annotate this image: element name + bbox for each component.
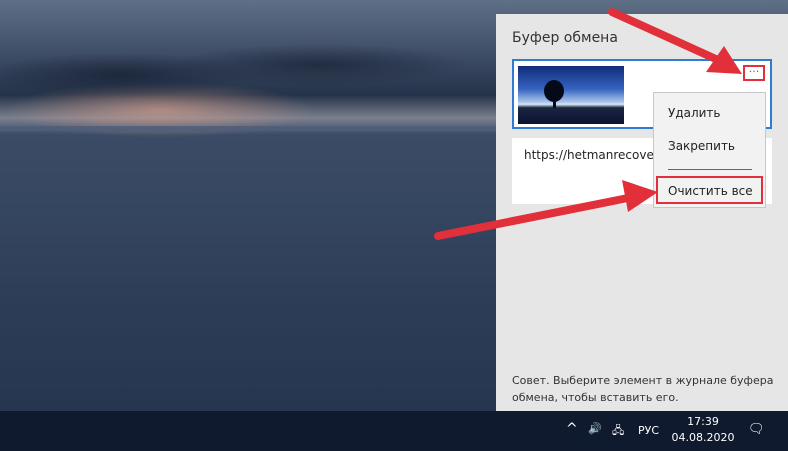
chevron-up-icon[interactable]: ^	[566, 421, 578, 437]
taskbar: ^ 🔊 🖧 РУС 17:39 04.08.2020 🗨	[0, 411, 788, 451]
menu-item-pin[interactable]: Закрепить	[668, 139, 735, 153]
context-menu: Удалить Закрепить Очистить все	[653, 92, 766, 208]
panel-title: Буфер обмена	[512, 30, 618, 46]
network-icon[interactable]: 🖧	[612, 422, 624, 441]
url-text: https://hetmanrecovery.c	[524, 148, 675, 162]
menu-separator	[668, 169, 752, 170]
image-thumbnail	[518, 66, 624, 124]
language-indicator[interactable]: РУС	[638, 424, 659, 437]
clipboard-panel: Буфер обмена ··· https://hetmanrecovery.…	[496, 14, 788, 411]
clear-all-label: Очистить все	[668, 184, 753, 198]
tree-trunk	[553, 96, 556, 108]
notifications-icon[interactable]: 🗨	[748, 422, 765, 437]
more-options-button[interactable]: ···	[743, 65, 765, 81]
clock-time: 17:39	[687, 415, 719, 428]
menu-item-delete[interactable]: Удалить	[668, 106, 721, 120]
wallpaper-horizon	[0, 126, 500, 131]
menu-item-clear-all[interactable]: Очистить все	[656, 176, 763, 204]
clock-date: 04.08.2020	[671, 431, 735, 444]
volume-icon[interactable]: 🔊	[588, 422, 602, 435]
tip-text: Совет. Выберите элемент в журнале буфера…	[512, 374, 774, 404]
wallpaper-clouds	[0, 30, 500, 120]
clock[interactable]: 17:39 04.08.2020	[668, 414, 738, 446]
